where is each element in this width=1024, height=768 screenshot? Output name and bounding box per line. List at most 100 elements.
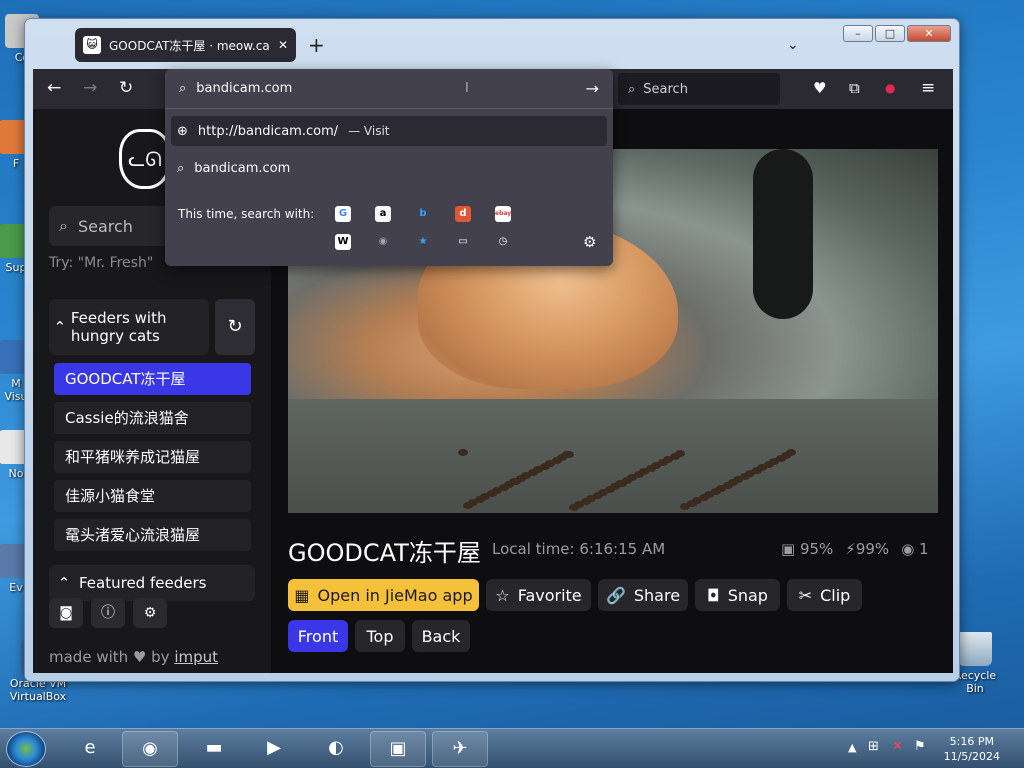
search-engine-icon[interactable]: ◉	[375, 234, 391, 250]
kibble	[586, 495, 596, 502]
feeder-item[interactable]: 鼋头渚爱心流浪猫屋	[54, 519, 251, 551]
imput-link[interactable]: imput	[174, 648, 218, 666]
kibble	[757, 464, 767, 471]
ublock-icon[interactable]: ●	[885, 78, 895, 98]
suggestion-url: http://bandicam.com/	[197, 123, 339, 139]
group-hungry-cats[interactable]: ⌃ Feeders with hungry cats	[49, 299, 209, 355]
media-player-icon[interactable]: ▶	[246, 731, 302, 767]
search-engine-icon[interactable]: G	[335, 206, 351, 222]
stream-stats: ▣ 95% ⚡99% ◉ 1	[781, 540, 929, 558]
go-button[interactable]: →	[586, 79, 599, 98]
search-engine-icon[interactable]: ebay	[495, 206, 511, 222]
ie-icon[interactable]: e	[62, 731, 118, 767]
qr-icon: ▦	[294, 585, 310, 605]
close-tab-icon[interactable]: ✕	[278, 38, 288, 52]
kibble	[492, 487, 502, 494]
kibble	[733, 476, 743, 483]
cat-favicon-icon: 😺	[83, 36, 101, 54]
browser-tab[interactable]: 😺 GOODCAT冻干屋 · meow.camera ✕	[75, 28, 296, 62]
kibble	[651, 462, 661, 469]
food-value: 95%	[799, 540, 834, 558]
feeder-item[interactable]: 佳源小猫食堂	[54, 480, 251, 512]
favorite-button[interactable]: ☆ Favorite	[486, 579, 591, 611]
battery-icon: ⚡	[845, 540, 856, 558]
view-front-button[interactable]: Front	[288, 620, 348, 652]
group-featured[interactable]: ⌃ Featured feeders	[49, 565, 255, 601]
kibble	[639, 468, 649, 475]
kibble	[704, 491, 714, 498]
view-top-button[interactable]: Top	[355, 620, 405, 652]
desktop-icon-label: No	[8, 467, 24, 480]
search-engine-icon[interactable]: W	[335, 234, 351, 250]
info-icon[interactable]: ⓘ	[91, 598, 125, 628]
search-engine-icon[interactable]: ◷	[495, 234, 511, 250]
start-button[interactable]	[6, 731, 46, 767]
kibble	[786, 449, 796, 456]
search-engine-icon[interactable]: ▭	[455, 234, 471, 250]
snap-button[interactable]: ◘ Snap	[695, 579, 780, 611]
pocket-icon[interactable]: ♥	[813, 78, 826, 98]
search-icon: ⌕	[628, 81, 636, 97]
flag-icon[interactable]: ⚑	[914, 739, 926, 754]
back-button[interactable]: ←	[47, 78, 61, 98]
url-input[interactable]: ⌕ bandicam.com I →	[165, 69, 613, 109]
tray-arrow-icon[interactable]: ▲	[848, 741, 856, 754]
chevron-up-icon: ⌃	[57, 574, 71, 592]
open-jiemao-button[interactable]: ▦ Open in JieMao app	[288, 579, 479, 611]
xp-vm-icon[interactable]: ✈	[432, 731, 488, 767]
view-back-button[interactable]: Back	[412, 620, 470, 652]
clip-button[interactable]: ✂ Clip	[787, 579, 862, 611]
search-engine-icon[interactable]: d	[455, 206, 471, 222]
feeder-item[interactable]: Cassie的流浪猫舍	[54, 402, 251, 434]
settings-icon[interactable]: ⚙	[133, 598, 167, 628]
made-with-credit: made with ♥ by imput	[49, 648, 218, 666]
food-level: ▣ 95%	[781, 540, 833, 558]
volume-muted-icon[interactable]: ✕	[892, 739, 903, 754]
feeder-item[interactable]: GOODCAT冻干屋	[54, 363, 251, 395]
app-icon[interactable]: ◐	[308, 731, 364, 767]
desktop-icon-label: Recycle Bin	[953, 669, 997, 695]
list-tabs-button[interactable]: ⌄	[787, 37, 799, 53]
maximize-button[interactable]: □	[875, 25, 905, 42]
virtualbox-taskbar-icon[interactable]: ▣	[370, 731, 426, 767]
reload-button[interactable]: ↻	[119, 78, 133, 98]
kibble	[480, 493, 490, 500]
link-icon: 🔗	[605, 585, 626, 605]
food-icon: ▣	[781, 540, 800, 558]
snap-label: Snap	[727, 585, 768, 605]
extensions-icon[interactable]: ⧉	[849, 78, 860, 98]
menu-icon[interactable]: ≡	[921, 78, 935, 98]
feeder-item[interactable]: 和平猪咪养成记猫屋	[54, 441, 251, 473]
close-window-button[interactable]: ✕	[907, 25, 951, 42]
kibble	[675, 450, 685, 457]
network-icon[interactable]: ⊞	[868, 739, 879, 754]
discord-icon[interactable]: ◙	[49, 598, 83, 628]
taskbar: e ◉ ▬ ▶ ◐ ▣ ✈ ▲ ⊞ ✕ ⚑ 5:16 PM 11/5/2024	[0, 728, 1024, 768]
search-engine-icon[interactable]: ★	[415, 234, 431, 250]
refresh-button[interactable]: ↻	[215, 299, 255, 355]
open-jiemao-label: Open in JieMao app	[317, 585, 473, 605]
kibble	[598, 489, 608, 496]
eye-icon: ◉	[901, 540, 920, 558]
scissors-icon: ✂	[798, 585, 813, 605]
suggestion-visit[interactable]: ⊕ http://bandicam.com/ — Visit	[171, 116, 607, 146]
search-placeholder: Search	[643, 81, 688, 97]
search-settings-icon[interactable]: ⚙	[583, 233, 596, 251]
suggestion-search[interactable]: ⌕ bandicam.com	[171, 153, 607, 183]
forward-button[interactable]: →	[83, 78, 97, 98]
clock[interactable]: 5:16 PM 11/5/2024	[944, 734, 1000, 764]
search-engine-icon[interactable]: b	[415, 206, 431, 222]
kibble	[615, 480, 625, 487]
suggestion-action: — Visit	[348, 124, 390, 138]
kibble	[692, 497, 702, 504]
share-button[interactable]: 🔗 Share	[598, 579, 688, 611]
firefox-taskbar-icon[interactable]: ◉	[122, 731, 178, 767]
explorer-icon[interactable]: ▬	[186, 731, 242, 767]
search-icon: ⌕	[59, 216, 68, 235]
favorite-label: Favorite	[517, 585, 582, 605]
search-box[interactable]: ⌕ Search	[618, 73, 780, 105]
chevron-up-icon: ⌃	[53, 318, 67, 336]
minimize-button[interactable]: –	[843, 25, 873, 42]
new-tab-button[interactable]: +	[308, 35, 325, 55]
search-engine-icon[interactable]: a	[375, 206, 391, 222]
